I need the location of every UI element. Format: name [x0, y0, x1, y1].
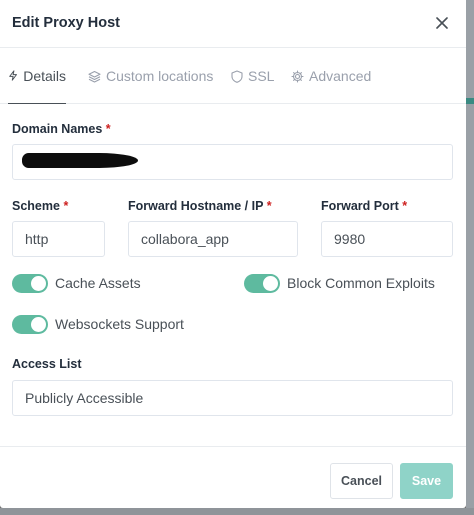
block-common-exploits-toggle[interactable]: Block Common Exploits	[244, 273, 435, 293]
forward-port-input[interactable]: 9980	[321, 221, 453, 257]
backdrop-right	[466, 0, 474, 515]
modal-footer: Cancel Save	[0, 446, 466, 508]
cache-assets-switch[interactable]	[12, 273, 48, 293]
forward-hostname-input[interactable]: collabora_app	[128, 221, 298, 257]
lightning-icon	[9, 70, 17, 81]
close-icon	[436, 17, 448, 29]
switch-knob	[263, 275, 278, 291]
switch-knob	[31, 275, 46, 291]
cache-assets-toggle[interactable]: Cache Assets	[12, 273, 141, 293]
shield-icon	[231, 69, 243, 83]
tab-details-label: Details	[23, 67, 66, 84]
switch-knob	[31, 316, 46, 332]
forward-port-label-text: Forward Port	[321, 199, 399, 213]
scheme-label-text: Scheme	[12, 199, 60, 213]
domain-names-label-text: Domain Names	[12, 122, 103, 136]
websockets-support-label: Websockets Support	[55, 316, 184, 332]
scheme-label: Scheme *	[12, 199, 68, 213]
block-common-exploits-switch[interactable]	[244, 273, 280, 293]
backdrop-accent	[466, 98, 474, 104]
backdrop-bottom	[0, 508, 474, 515]
tab-ssl[interactable]: SSL	[231, 48, 274, 104]
tab-advanced[interactable]: Advanced	[291, 48, 371, 104]
edit-proxy-host-modal: Edit Proxy Host Details Custom locations…	[0, 0, 466, 508]
redacted-domain	[22, 153, 138, 168]
cache-assets-label: Cache Assets	[55, 275, 141, 291]
tab-custom-locations[interactable]: Custom locations	[88, 48, 213, 104]
tab-ssl-label: SSL	[248, 68, 275, 84]
forward-hostname-label-text: Forward Hostname / IP	[128, 199, 264, 213]
scheme-input[interactable]: http	[12, 221, 105, 257]
save-button[interactable]: Save	[400, 463, 453, 499]
tab-bar: Details Custom locations SSL Advanced	[0, 48, 466, 104]
websockets-support-switch[interactable]	[12, 314, 48, 334]
domain-names-label: Domain Names *	[12, 122, 111, 136]
close-button[interactable]	[428, 9, 456, 37]
access-list-select[interactable]: Publicly Accessible	[12, 380, 453, 416]
tab-advanced-label: Advanced	[309, 68, 372, 84]
tab-custom-locations-label: Custom locations	[106, 68, 214, 84]
required-mark: *	[402, 199, 408, 213]
modal-title: Edit Proxy Host	[12, 15, 120, 31]
required-mark: *	[105, 122, 111, 136]
access-list-label: Access List	[12, 357, 82, 371]
block-common-exploits-label: Block Common Exploits	[287, 275, 435, 291]
required-mark: *	[63, 199, 69, 213]
tab-details[interactable]: Details	[8, 48, 66, 104]
gear-icon	[291, 69, 304, 83]
modal-header: Edit Proxy Host	[0, 0, 466, 48]
layers-icon	[88, 70, 101, 83]
forward-hostname-label: Forward Hostname / IP *	[128, 199, 272, 213]
cancel-button[interactable]: Cancel	[330, 463, 393, 499]
websockets-support-toggle[interactable]: Websockets Support	[12, 314, 184, 334]
required-mark: *	[266, 199, 272, 213]
forward-port-label: Forward Port *	[321, 199, 407, 213]
